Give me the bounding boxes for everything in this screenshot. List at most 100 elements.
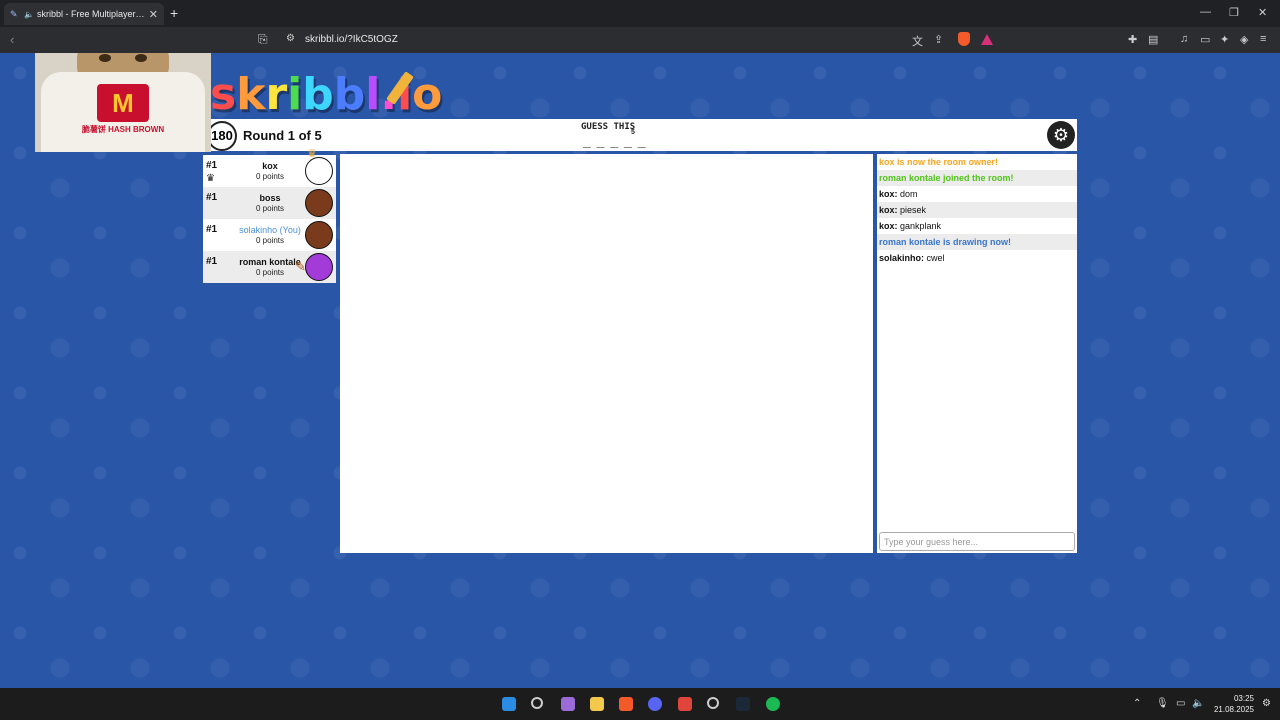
mcdonalds-logo: M: [97, 84, 149, 122]
player-rank: #1: [206, 160, 218, 171]
player-row[interactable]: #1 ♛ kox 0 points ♛: [203, 148, 336, 187]
windows-taskbar: ⌃ 🎙 ▭ 🔈 03:25 21.08.2025 ⚙: [0, 688, 1280, 720]
avatar-crown-icon: ♛: [307, 148, 317, 160]
owner-crown-icon: ♛: [206, 173, 215, 184]
player-name: solakinho (You): [239, 225, 301, 235]
close-window-icon[interactable]: ✕: [1258, 6, 1267, 19]
chat-message: roman kontale joined the room!: [877, 170, 1077, 186]
clock-date: 21.08.2025: [1213, 705, 1254, 714]
game-header: 180 Round 1 of 5 GUESS THIS 5 _ _ _ _ _ …: [205, 119, 1077, 151]
site-info-icon[interactable]: ⚙: [286, 33, 295, 44]
bookmark-icon[interactable]: ⎘: [258, 32, 268, 47]
vpn-icon[interactable]: ◈: [1240, 33, 1248, 46]
player-points: 0 points: [255, 236, 285, 245]
chat-message: kox is now the room owner!: [879, 157, 999, 167]
microphone-icon[interactable]: 🎙: [1156, 698, 1169, 709]
address-bar: ‹ ⎘ ⚙ skribbl.io/?IkC5tOGZ 文 ⇪ ✚ ▤ ♫ ▭ ✦…: [0, 27, 1280, 53]
player-row[interactable]: #1 solakinho (You) 0 points: [203, 219, 336, 251]
player-rank: #1: [206, 192, 218, 203]
file-explorer-icon[interactable]: [590, 697, 604, 711]
search-icon[interactable]: [531, 697, 543, 709]
round-indicator: Round 1 of 5: [243, 128, 322, 143]
player-list: #1 ♛ kox 0 points ♛ #1 boss 0 points #1 solakinho…: [203, 148, 336, 283]
logo-letter: k: [236, 69, 266, 120]
music-icon[interactable]: ♫: [1180, 33, 1188, 45]
sidebar-icon[interactable]: ▤: [1148, 33, 1158, 46]
logo-letter: i: [287, 69, 303, 120]
tray-chevron-icon[interactable]: ⌃: [1133, 698, 1141, 709]
share-icon[interactable]: ⇪: [934, 33, 943, 46]
player-points: 0 points: [255, 204, 285, 213]
webcam-overlay: M 脆薯饼 HASH BROWN: [35, 53, 211, 152]
chat-username: kox:: [879, 189, 898, 199]
system-clock[interactable]: 03:25 21.08.2025: [1210, 693, 1254, 715]
player-avatar: [305, 221, 333, 249]
browser-tabbar: ✎ 🔈 skribbl - Free Multiplayer Dra ✕ + —…: [0, 0, 1280, 27]
player-name: boss: [259, 193, 281, 203]
chat-username: kox:: [879, 205, 898, 215]
player-row[interactable]: #1 roman kontale 0 points ✎: [203, 251, 336, 283]
logo-letter: b: [302, 69, 334, 120]
tab-close-icon[interactable]: ✕: [149, 8, 158, 21]
tab-title: skribbl - Free Multiplayer Dra: [36, 9, 145, 19]
logo-letter: s: [210, 69, 237, 120]
logo-letter: l: [365, 69, 381, 120]
steam-icon[interactable]: [736, 697, 750, 711]
food-bag: M 脆薯饼 HASH BROWN: [41, 72, 205, 152]
player-avatar: [305, 189, 333, 217]
chat-text: gankplank: [897, 221, 942, 231]
obs-icon[interactable]: [707, 697, 719, 709]
start-icon[interactable]: [502, 697, 516, 711]
player-row[interactable]: #1 boss 0 points: [203, 187, 336, 219]
chat-message: kox: gankplank: [877, 218, 1077, 234]
network-icon[interactable]: ▭: [1176, 698, 1185, 709]
chat-text: cwel: [924, 253, 945, 263]
extensions-icon[interactable]: ✚: [1128, 33, 1137, 46]
maximize-icon[interactable]: ❐: [1229, 6, 1239, 19]
chat-message: solakinho: cwel: [877, 250, 1077, 266]
player-name: kox: [262, 161, 278, 171]
wallet-icon[interactable]: ▭: [1200, 33, 1210, 46]
brave-shield-icon[interactable]: [958, 32, 970, 46]
drawing-pencil-icon: ✎: [295, 259, 306, 274]
logo-letter: o: [412, 69, 443, 120]
logo-letter: r: [265, 69, 288, 120]
player-avatar: [305, 157, 333, 185]
new-tab-button[interactable]: +: [170, 5, 178, 21]
chat-username: kox:: [879, 221, 898, 231]
brave-rewards-icon[interactable]: [981, 34, 993, 45]
player-points: 0 points: [255, 172, 285, 181]
menu-icon[interactable]: ≡: [1260, 33, 1266, 45]
word-blanks: _ _ _ _ _: [583, 133, 647, 149]
chat-username: solakinho:: [879, 253, 925, 263]
leo-ai-icon[interactable]: ✦: [1220, 33, 1229, 46]
bag-label: 脆薯饼 HASH BROWN: [81, 125, 165, 134]
chat-message: roman kontale is drawing now!: [877, 234, 1077, 250]
chat-message: kox: piesek: [877, 202, 1077, 218]
url-field[interactable]: skribbl.io/?IkC5tOGZ: [305, 34, 398, 45]
chat-panel: kox is now the room owner! roman kontale …: [877, 154, 1077, 553]
chat-text: dom: [897, 189, 918, 199]
speaker-icon[interactable]: 🔈: [24, 10, 34, 19]
copilot-icon[interactable]: [561, 697, 575, 711]
timer-clock: 180: [207, 121, 237, 151]
back-arrow-icon[interactable]: ‹: [10, 32, 14, 47]
brave-icon[interactable]: [619, 697, 633, 711]
guess-input[interactable]: [879, 532, 1075, 551]
chat-message: kox: dom: [877, 186, 1077, 202]
translate-icon[interactable]: 文: [912, 33, 923, 49]
discord-icon[interactable]: [648, 697, 662, 711]
spotify-icon[interactable]: [766, 697, 780, 711]
browser-tab[interactable]: ✎ 🔈 skribbl - Free Multiplayer Dra ✕: [4, 3, 164, 25]
chat-text: piesek: [897, 205, 927, 215]
clock-time: 03:25: [1233, 694, 1254, 703]
app-icon[interactable]: [678, 697, 692, 711]
skribbl-page: skribbl.io 180 Round 1 of 5 GUESS THIS 5…: [0, 53, 1280, 688]
minimize-icon[interactable]: —: [1200, 6, 1211, 18]
skribbl-favicon-icon: ✎: [10, 9, 18, 19]
settings-gear-icon[interactable]: ⚙: [1047, 121, 1075, 149]
drawing-canvas[interactable]: [340, 154, 873, 553]
volume-icon[interactable]: 🔈: [1192, 698, 1204, 709]
notification-icon[interactable]: ⚙: [1262, 698, 1271, 709]
chat-messages: kox is now the room owner! roman kontale …: [877, 154, 1077, 266]
